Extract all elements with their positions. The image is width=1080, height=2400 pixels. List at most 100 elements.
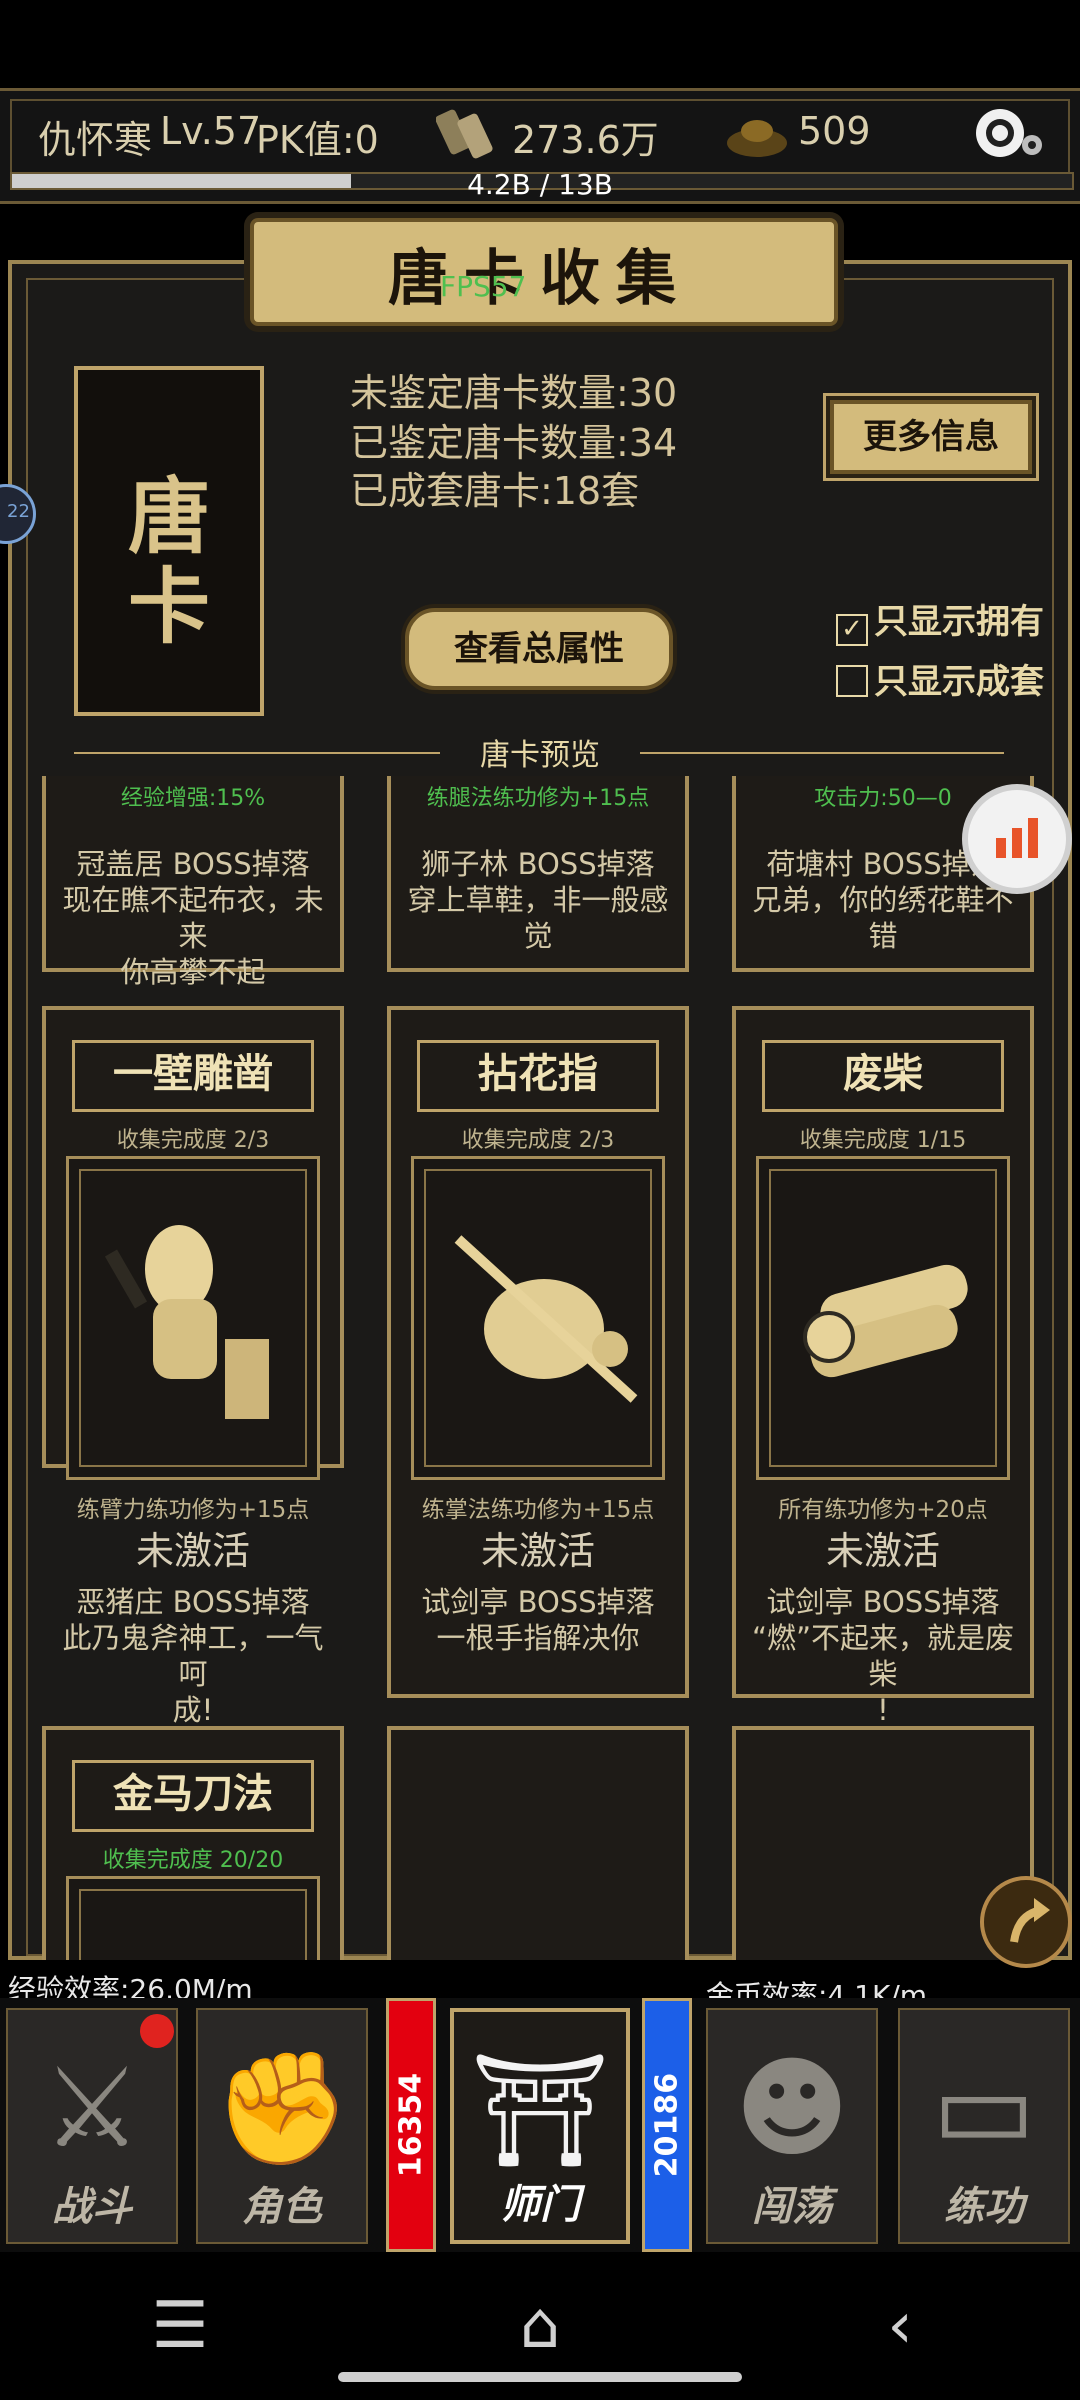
return-button[interactable] — [980, 1876, 1072, 1968]
red-side-bar: 16354 — [386, 1998, 436, 2252]
filter-owned[interactable]: ✓ 只显示拥有 — [836, 594, 1044, 646]
player-level: Lv.57 — [160, 109, 262, 153]
card-name: 废柴 — [762, 1040, 1004, 1112]
card-drop-info: 冠盖居 BOSS掉落 现在瞧不起布衣，未来 你高攀不起 — [56, 846, 330, 990]
drop-flavor: “燃”不起来，就是废柴 — [751, 1621, 1015, 1691]
card-drop-info: 狮子林 BOSS掉落 穿上草鞋，非一般感觉 — [401, 846, 675, 954]
recent-apps-icon[interactable]: ☰ — [100, 2252, 260, 2400]
curved-arrow-icon — [1010, 1898, 1050, 1943]
drop-source: 狮子林 BOSS掉落 — [421, 847, 655, 881]
drop-flavor: 穿上草鞋，非一般感觉 — [407, 883, 669, 953]
card-bonus: 所有练功修为+20点 — [778, 1497, 988, 1523]
blade-icon — [66, 1876, 320, 1960]
drop-flavor-2: 你高攀不起 — [120, 955, 266, 989]
drop-source: 冠盖居 BOSS掉落 — [76, 847, 310, 881]
tab-label: 练功 — [944, 2183, 1024, 2230]
gold-coin-icon — [435, 101, 498, 163]
card-drop-info: 试剑亭 BOSS掉落 “燃”不起来，就是废柴! — [746, 1584, 1020, 1728]
bar-chart-icon — [996, 818, 1038, 858]
card-progress: 收集完成度 1/15 — [799, 1128, 967, 1153]
tab-label: 师门 — [500, 2181, 580, 2228]
red-bar-value: 16354 — [393, 2072, 429, 2178]
card-nianhua-zhi[interactable]: 拈花指 收集完成度 2/3 练掌法练功修为+15点 未激活 试剑亭 BOSS掉落… — [387, 1006, 689, 1698]
card-name: 金马刀法 — [72, 1760, 314, 1832]
tab-wander[interactable]: ☻ 闯荡 — [706, 2008, 878, 2244]
drop-flavor: 现在瞧不起布衣，未来 — [62, 883, 324, 953]
drop-source: 试剑亭 BOSS掉落 — [766, 1585, 1000, 1619]
card-top-1[interactable]: 经验增强:15% 冠盖居 BOSS掉落 现在瞧不起布衣，未来 你高攀不起 — [42, 776, 344, 989]
scroll-icon: ▭ — [932, 2044, 1036, 2172]
tab-label: 角色 — [242, 2183, 322, 2230]
drop-flavor-2: 成! — [172, 1693, 214, 1727]
bottom-tab-bar: ⚔ 战斗 ✊ 角色 16354 ⛩ 师门 20186 ☻ 闯荡 ▭ 练功 — [0, 1998, 1080, 2252]
fist-icon: ✊ — [213, 2044, 351, 2172]
floating-stats-button[interactable] — [962, 784, 1072, 894]
art-inner-frame — [79, 1889, 307, 1960]
card-feichai[interactable]: 废柴 收集完成度 1/15 所有练功修为+20点 未激活 试剑亭 BOSS掉落 “… — [732, 1006, 1034, 1727]
card-name: 拈花指 — [417, 1040, 659, 1112]
drop-flavor: 此乃鬼斧神工，一气呵 — [62, 1621, 324, 1691]
drop-flavor: 兄弟，你的绣花鞋不错 — [752, 883, 1014, 953]
tangka-card-icon: 唐 卡 — [74, 366, 264, 716]
tab-sect[interactable]: ⛩ 师门 — [450, 2008, 630, 2244]
filter-owned-label: 只显示拥有 — [874, 602, 1044, 642]
unidentified-count: 未鉴定唐卡数量:30 — [350, 371, 678, 415]
wanderer-icon: ☻ — [734, 2044, 850, 2172]
card-state: 未激活 — [135, 1529, 250, 1573]
side-scroll-label: 22 — [7, 501, 30, 522]
pk-value: PK值:0 — [256, 118, 379, 162]
settings-gear-icon[interactable] — [970, 101, 1050, 171]
card-bonus: 练掌法练功修为+15点 — [421, 1497, 655, 1523]
experience-text: 4.2B / 13B — [467, 168, 613, 201]
drop-flavor-2: ! — [877, 1693, 889, 1727]
notification-dot — [140, 2014, 174, 2048]
blue-side-bar: 20186 — [642, 1998, 692, 2252]
card-empty-slot[interactable] — [387, 1726, 689, 1960]
card-top-2[interactable]: 练腿法练功修为+15点 狮子林 BOSS掉落 穿上草鞋，非一般感觉 — [387, 776, 689, 972]
back-icon[interactable]: ‹ — [820, 2252, 980, 2400]
tab-label: 闯荡 — [752, 2183, 832, 2230]
identified-count: 已鉴定唐卡数量:34 — [350, 421, 678, 465]
card-progress: 收集完成度 2/3 — [116, 1128, 270, 1153]
sculptor-icon — [66, 1156, 320, 1480]
complete-sets-checkbox[interactable] — [836, 665, 868, 697]
drop-flavor: 一根手指解决你 — [436, 1621, 640, 1655]
fps-counter: FPS57 — [440, 270, 527, 303]
card-name: 一壁雕凿 — [72, 1040, 314, 1112]
ingot-amount: 509 — [798, 109, 871, 153]
crossed-swords-icon: ⚔ — [42, 2044, 142, 2172]
gold-amount: 273.6万 — [512, 118, 659, 162]
blue-bar-value: 20186 — [649, 2072, 685, 2178]
drop-source: 试剑亭 BOSS掉落 — [421, 1585, 655, 1619]
tab-training[interactable]: ▭ 练功 — [898, 2008, 1070, 2244]
card-bonus: 经验增强:15% — [120, 786, 266, 811]
card-drop-info: 试剑亭 BOSS掉落 一根手指解决你 — [401, 1584, 675, 1656]
card-grid[interactable]: 经验增强:15% 冠盖居 BOSS掉落 现在瞧不起布衣，未来 你高攀不起 练腿法练功… — [30, 776, 1050, 1960]
owned-checkbox[interactable]: ✓ — [836, 614, 868, 646]
card-progress: 收集完成度 20/20 — [102, 1848, 284, 1873]
temple-icon: ⛩ — [470, 2046, 610, 2174]
drop-source: 恶猪庄 BOSS掉落 — [76, 1585, 310, 1619]
tab-character[interactable]: ✊ 角色 — [196, 2008, 368, 2244]
view-total-attributes-button[interactable]: 查看总属性 — [405, 608, 673, 690]
card-bonus: 练腿法练功修为+15点 — [426, 786, 650, 811]
filter-complete-sets[interactable]: 只显示成套 — [836, 654, 1044, 703]
player-name: 仇怀寒 — [38, 118, 153, 162]
card-bonus: 练臂力练功修为+15点 — [76, 1497, 310, 1523]
card-drop-info: 恶猪庄 BOSS掉落 此乃鬼斧神工，一气呵 成! — [56, 1584, 330, 1728]
filter-complete-sets-label: 只显示成套 — [874, 662, 1044, 702]
card-icon-char-2: 卡 — [127, 559, 210, 655]
more-info-button[interactable]: 更多信息 — [830, 400, 1032, 474]
home-indicator[interactable] — [338, 2372, 742, 2382]
card-progress: 收集完成度 2/3 — [461, 1128, 615, 1153]
tab-label: 战斗 — [52, 2183, 132, 2230]
card-state: 未激活 — [825, 1529, 940, 1573]
card-state: 未激活 — [480, 1529, 595, 1573]
page-title: 唐卡收集 — [388, 244, 692, 314]
card-jinma-daofa[interactable]: 金马刀法 收集完成度 20/20 — [42, 1726, 344, 1960]
firewood-icon — [756, 1156, 1010, 1480]
card-yibi-diaozao[interactable]: 一壁雕凿 收集完成度 2/3 练臂力练功修为+15点 未激活 恶猪庄 BOSS掉… — [42, 1006, 344, 1727]
preview-label: 唐卡预览 — [440, 730, 640, 774]
ingot-icon — [724, 111, 790, 161]
finger-sword-icon — [411, 1156, 665, 1480]
